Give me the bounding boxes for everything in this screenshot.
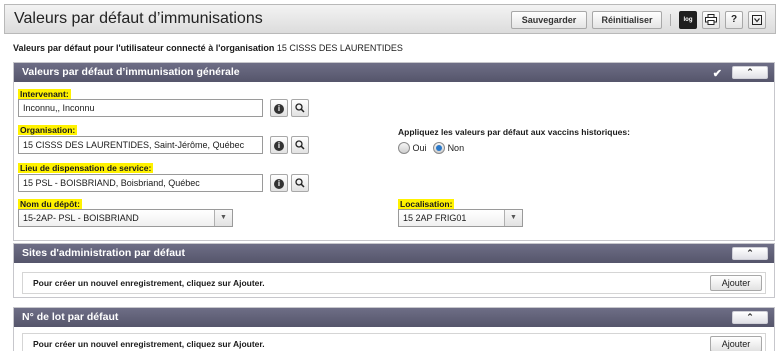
localisation-label: Localisation: — [398, 199, 455, 209]
toolbar-divider — [670, 14, 671, 26]
subtitle-org: 15 CISSS DES LAURENTIDES — [276, 43, 403, 53]
sites-empty-row: Pour créer un nouvel enregistrement, cli… — [22, 272, 766, 294]
organisation-info-button[interactable]: i — [270, 136, 288, 154]
organisation-field[interactable]: 15 CISSS DES LAURENTIDES, Saint-Jérôme, … — [18, 136, 263, 154]
sites-add-button[interactable]: Ajouter — [710, 275, 762, 291]
context-subtitle: Valeurs par défaut pour l'utilisateur co… — [13, 43, 403, 53]
general-panel-title: Valeurs par défaut d’immunisation généra… — [22, 66, 240, 78]
intervenant-field[interactable]: Inconnu,, Inconnu — [18, 99, 263, 117]
lieu-label: Lieu de dispensation de service: — [18, 163, 154, 173]
chevron-down-icon: ▼ — [504, 210, 522, 226]
info-icon: i — [274, 103, 284, 114]
reset-button[interactable]: Réinitialiser — [592, 11, 662, 29]
log-icon[interactable]: log — [679, 11, 697, 29]
dropdown-menu-icon[interactable] — [748, 11, 766, 29]
organisation-label: Organisation: — [18, 125, 78, 135]
page-title: Valeurs par défaut d’immunisations — [14, 10, 263, 27]
general-defaults-panel: Valeurs par défaut d’immunisation généra… — [13, 62, 775, 241]
depot-select[interactable]: 15-2AP- PSL - BOISBRIAND ▼ — [18, 209, 233, 227]
localisation-select[interactable]: 15 2AP FRIG01 ▼ — [398, 209, 523, 227]
sites-panel-title: Sites d'administration par défaut — [22, 247, 185, 259]
sites-panel: Sites d'administration par défaut ⌃ Pour… — [13, 243, 775, 298]
general-panel-header: Valeurs par défaut d’immunisation généra… — [14, 63, 774, 82]
check-icon: ✔ — [712, 68, 722, 80]
intervenant-search-button[interactable] — [291, 99, 309, 117]
non-radio[interactable] — [433, 142, 446, 154]
lieu-field[interactable]: 15 PSL - BOISBRIAND, Boisbriand, Québec — [18, 174, 263, 192]
historique-label: Appliquez les valeurs par défaut aux vac… — [398, 127, 630, 137]
help-icon[interactable]: ? — [725, 11, 743, 29]
search-icon — [295, 178, 305, 188]
save-button[interactable]: Sauvegarder — [511, 11, 587, 29]
search-icon — [295, 103, 305, 113]
print-icon[interactable] — [702, 11, 720, 29]
page-header: Valeurs par défaut d’immunisations Sauve… — [4, 4, 776, 34]
oui-radio[interactable] — [398, 142, 410, 154]
search-icon — [295, 140, 305, 150]
lot-panel-header: N° de lot par défaut ⌃ — [14, 308, 774, 327]
depot-select-value: 15-2AP- PSL - BOISBRIAND — [23, 213, 139, 223]
lot-empty-text: Pour créer un nouvel enregistrement, cli… — [33, 339, 265, 349]
historique-radio-group: Oui Non — [398, 142, 468, 154]
lieu-info-button[interactable]: i — [270, 174, 288, 192]
collapse-button[interactable]: ⌃ — [732, 311, 768, 324]
lieu-search-button[interactable] — [291, 174, 309, 192]
lot-panel: N° de lot par défaut ⌃ Pour créer un nou… — [13, 307, 775, 351]
intervenant-label: Intervenant: — [18, 89, 71, 99]
chevron-down-icon: ▼ — [214, 210, 232, 226]
subtitle-prefix: Valeurs par défaut pour l'utilisateur co… — [13, 43, 275, 53]
depot-label: Nom du dépôt: — [18, 199, 82, 209]
lot-add-button[interactable]: Ajouter — [710, 336, 762, 351]
lot-panel-title: N° de lot par défaut — [22, 311, 119, 323]
sites-empty-text: Pour créer un nouvel enregistrement, cli… — [33, 278, 265, 288]
organisation-search-button[interactable] — [291, 136, 309, 154]
localisation-select-value: 15 2AP FRIG01 — [403, 213, 467, 223]
info-icon: i — [274, 140, 284, 151]
lot-empty-row: Pour créer un nouvel enregistrement, cli… — [22, 333, 766, 351]
collapse-button[interactable]: ⌃ — [732, 247, 768, 260]
sites-panel-header: Sites d'administration par défaut ⌃ — [14, 244, 774, 263]
intervenant-info-button[interactable]: i — [270, 99, 288, 117]
oui-label: Oui — [412, 143, 427, 153]
info-icon: i — [274, 178, 284, 189]
collapse-button[interactable]: ⌃ — [732, 66, 768, 79]
non-label: Non — [447, 143, 465, 153]
